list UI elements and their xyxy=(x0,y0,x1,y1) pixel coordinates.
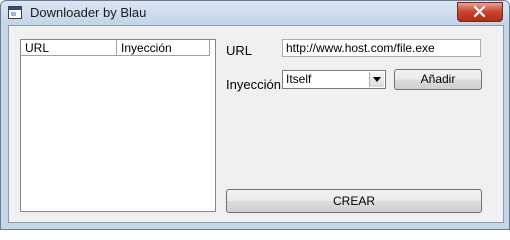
url-input[interactable]: http://www.host.com/file.exe xyxy=(282,39,481,57)
chevron-down-icon xyxy=(373,77,381,82)
injection-select-value: Itself xyxy=(286,72,312,86)
column-header-injection[interactable]: Inyección xyxy=(117,40,210,56)
title-bar[interactable]: Downloader by Blau xyxy=(1,1,509,25)
injection-select[interactable]: Itself xyxy=(282,70,386,89)
dropdown-button[interactable] xyxy=(369,72,384,87)
column-header-url[interactable]: URL xyxy=(21,40,117,56)
create-button[interactable]: CREAR xyxy=(226,189,482,213)
close-button[interactable] xyxy=(457,2,503,22)
download-list[interactable]: URL Inyección xyxy=(20,39,216,212)
add-button[interactable]: Añadir xyxy=(394,69,482,90)
injection-label: Inyección xyxy=(226,77,281,92)
window-icon xyxy=(8,6,22,19)
close-icon xyxy=(473,6,486,17)
url-label: URL xyxy=(226,43,253,58)
client-area: URL Inyección URL http://www.host.com/fi… xyxy=(8,25,504,223)
window-title: Downloader by Blau xyxy=(30,5,147,20)
app-window: Downloader by Blau URL Inyección URL htt… xyxy=(0,0,510,230)
